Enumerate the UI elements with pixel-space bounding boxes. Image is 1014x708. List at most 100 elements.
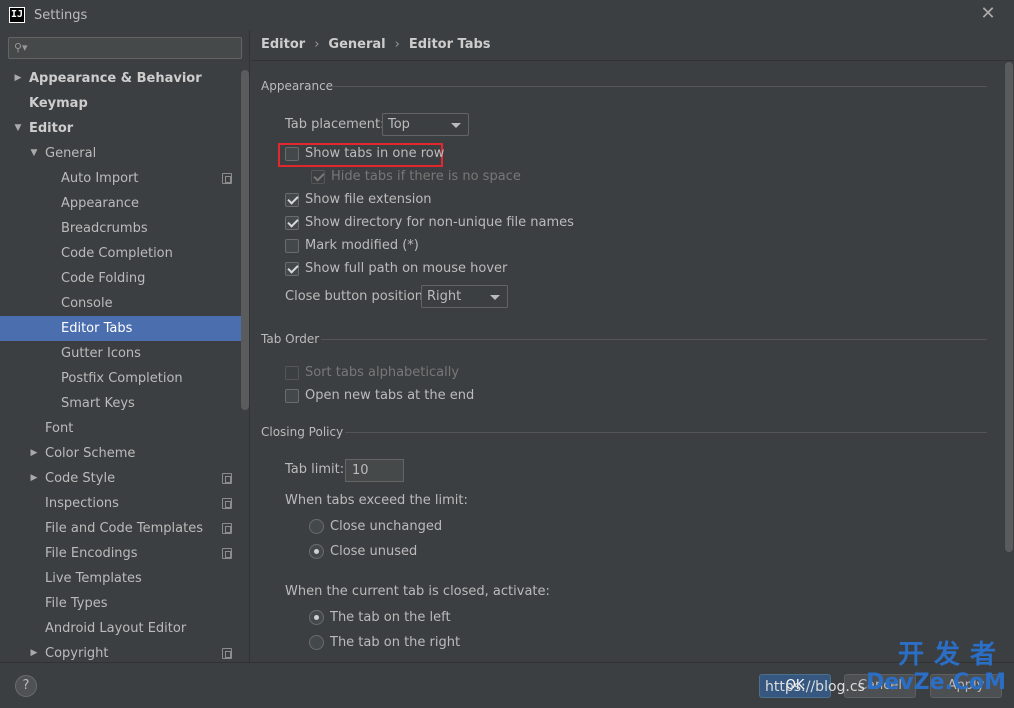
tab-limit-input[interactable]: 10 (345, 459, 404, 482)
sidebar-item-file-encodings[interactable]: File Encodings (0, 541, 249, 566)
checkbox-label: Show file extension (305, 192, 432, 207)
checkbox-label: Open new tabs at the end (305, 388, 475, 403)
radio-button[interactable] (309, 610, 324, 625)
close-icon[interactable]: ✕ (978, 4, 998, 24)
chevron-right-icon[interactable]: ▶ (28, 441, 40, 466)
section-divider (331, 86, 987, 87)
project-scope-icon (222, 523, 232, 534)
watermark-brand-top: 开发者 (897, 640, 1006, 670)
search-input[interactable]: ⚲▾ (8, 37, 242, 59)
project-scope-icon (222, 498, 232, 509)
sidebar-item-code-style[interactable]: ▶ Code Style (0, 466, 249, 491)
watermark-logo: 开发者 DevZe.CoM (856, 640, 1006, 702)
close-button-position-label: Close button position: (285, 289, 428, 304)
tabs-exceed-limit-label: When tabs exceed the limit: (285, 493, 468, 508)
sidebar-item-appearance[interactable]: Appearance (0, 191, 249, 216)
project-scope-icon (222, 473, 232, 484)
sidebar-item-file-types[interactable]: File Types (0, 591, 249, 616)
watermark-url: https://blog.cs (765, 679, 865, 695)
sidebar-item-breadcrumbs[interactable]: Breadcrumbs (0, 216, 249, 241)
checkbox-box[interactable] (285, 239, 299, 253)
breadcrumb-separator: › (394, 37, 400, 52)
header-divider (251, 60, 1014, 61)
project-scope-icon (222, 548, 232, 559)
sidebar-item-auto-import[interactable]: Auto Import (0, 166, 249, 191)
sidebar-scrollbar[interactable] (241, 70, 249, 410)
checkbox-box[interactable] (311, 170, 325, 184)
sidebar-item-label: File Types (45, 596, 108, 611)
breadcrumb-separator: › (314, 37, 320, 52)
radio-button[interactable] (309, 635, 324, 650)
sidebar-item-android-layout-editor[interactable]: Android Layout Editor (0, 616, 249, 641)
chevron-down-icon[interactable]: ▼ (28, 141, 40, 166)
sidebar-item-general[interactable]: ▼ General (0, 141, 249, 166)
sidebar-item-label: Appearance & Behavior (29, 71, 202, 86)
section-tab-order-title: Tab Order (261, 332, 320, 346)
sidebar-item-code-folding[interactable]: Code Folding (0, 266, 249, 291)
chevron-right-icon[interactable]: ▶ (28, 641, 40, 662)
search-icon: ⚲▾ (14, 41, 28, 54)
sidebar-item-editor[interactable]: ▼ Editor (0, 116, 249, 141)
radio-label: The tab on the left (330, 610, 451, 625)
checkbox-label: Show tabs in one row (305, 146, 445, 161)
sidebar-item-gutter-icons[interactable]: Gutter Icons (0, 341, 249, 366)
checkbox-box[interactable] (285, 193, 299, 207)
chevron-right-icon[interactable]: ▶ (12, 66, 24, 91)
content-scrollbar[interactable] (1005, 62, 1013, 552)
intellij-logo-icon: IJ (9, 7, 25, 23)
sidebar-item-label: Code Completion (61, 246, 173, 261)
sidebar-item-code-completion[interactable]: Code Completion (0, 241, 249, 266)
sidebar-item-label: Android Layout Editor (45, 621, 187, 636)
sidebar-item-appearance-behavior[interactable]: ▶ Appearance & Behavior (0, 66, 249, 91)
chevron-down-icon (490, 295, 500, 300)
breadcrumb-editor: Editor (261, 37, 306, 52)
sidebar-item-label: Color Scheme (45, 446, 136, 461)
sidebar-item-label: Copyright (45, 646, 109, 661)
checkbox-label: Sort tabs alphabetically (305, 365, 460, 380)
sidebar-item-label: Editor Tabs (61, 321, 133, 336)
sidebar-item-editor-tabs[interactable]: Editor Tabs (0, 316, 249, 341)
sidebar-item-live-templates[interactable]: Live Templates (0, 566, 249, 591)
sidebar-item-label: Code Folding (61, 271, 146, 286)
tab-placement-value: Top (388, 117, 410, 132)
sidebar-item-font[interactable]: Font (0, 416, 249, 441)
sidebar-item-smart-keys[interactable]: Smart Keys (0, 391, 249, 416)
sidebar-item-keymap[interactable]: Keymap (0, 91, 249, 116)
checkbox-box[interactable] (285, 262, 299, 276)
project-scope-icon (222, 173, 232, 184)
sidebar-item-console[interactable]: Console (0, 291, 249, 316)
sidebar-item-label: Inspections (45, 496, 119, 511)
checkbox-label: Mark modified (*) (305, 238, 419, 253)
chevron-right-icon[interactable]: ▶ (28, 466, 40, 491)
title-bar: IJ Settings ✕ (0, 0, 1014, 30)
sidebar-item-inspections[interactable]: Inspections (0, 491, 249, 516)
sidebar-item-color-scheme[interactable]: ▶ Color Scheme (0, 441, 249, 466)
sidebar-item-copyright[interactable]: ▶ Copyright (0, 641, 249, 662)
tab-placement-select[interactable]: Top (382, 113, 469, 136)
section-closing-policy-title: Closing Policy (261, 425, 344, 439)
sidebar-item-label: Live Templates (45, 571, 142, 586)
section-appearance-title: Appearance (261, 79, 334, 93)
section-divider (345, 432, 987, 433)
radio-button[interactable] (309, 544, 324, 559)
radio-label: Close unchanged (330, 519, 443, 534)
tab-placement-label: Tab placement: (285, 117, 385, 132)
watermark-brand-bottom: DevZe.CoM (866, 670, 1006, 695)
sidebar-item-label: Editor (29, 121, 74, 136)
settings-content: Editor › General › Editor Tabs Appearance Ta… (251, 30, 1014, 662)
checkbox-box[interactable] (285, 389, 299, 403)
sidebar-item-postfix-completion[interactable]: Postfix Completion (0, 366, 249, 391)
radio-button[interactable] (309, 519, 324, 534)
checkbox-box[interactable] (285, 216, 299, 230)
close-button-position-select[interactable]: Right (421, 285, 508, 308)
help-icon[interactable]: ? (15, 675, 37, 697)
sidebar-item-file-and-code-templates[interactable]: File and Code Templates (0, 516, 249, 541)
breadcrumb: Editor › General › Editor Tabs (261, 36, 491, 54)
breadcrumb-editor-tabs: Editor Tabs (408, 37, 491, 52)
section-divider (321, 339, 987, 340)
tab-limit-label: Tab limit: (285, 462, 345, 477)
project-scope-icon (222, 648, 232, 659)
checkbox-box[interactable] (285, 366, 299, 380)
chevron-down-icon[interactable]: ▼ (12, 116, 24, 141)
checkbox-box[interactable] (285, 147, 299, 161)
